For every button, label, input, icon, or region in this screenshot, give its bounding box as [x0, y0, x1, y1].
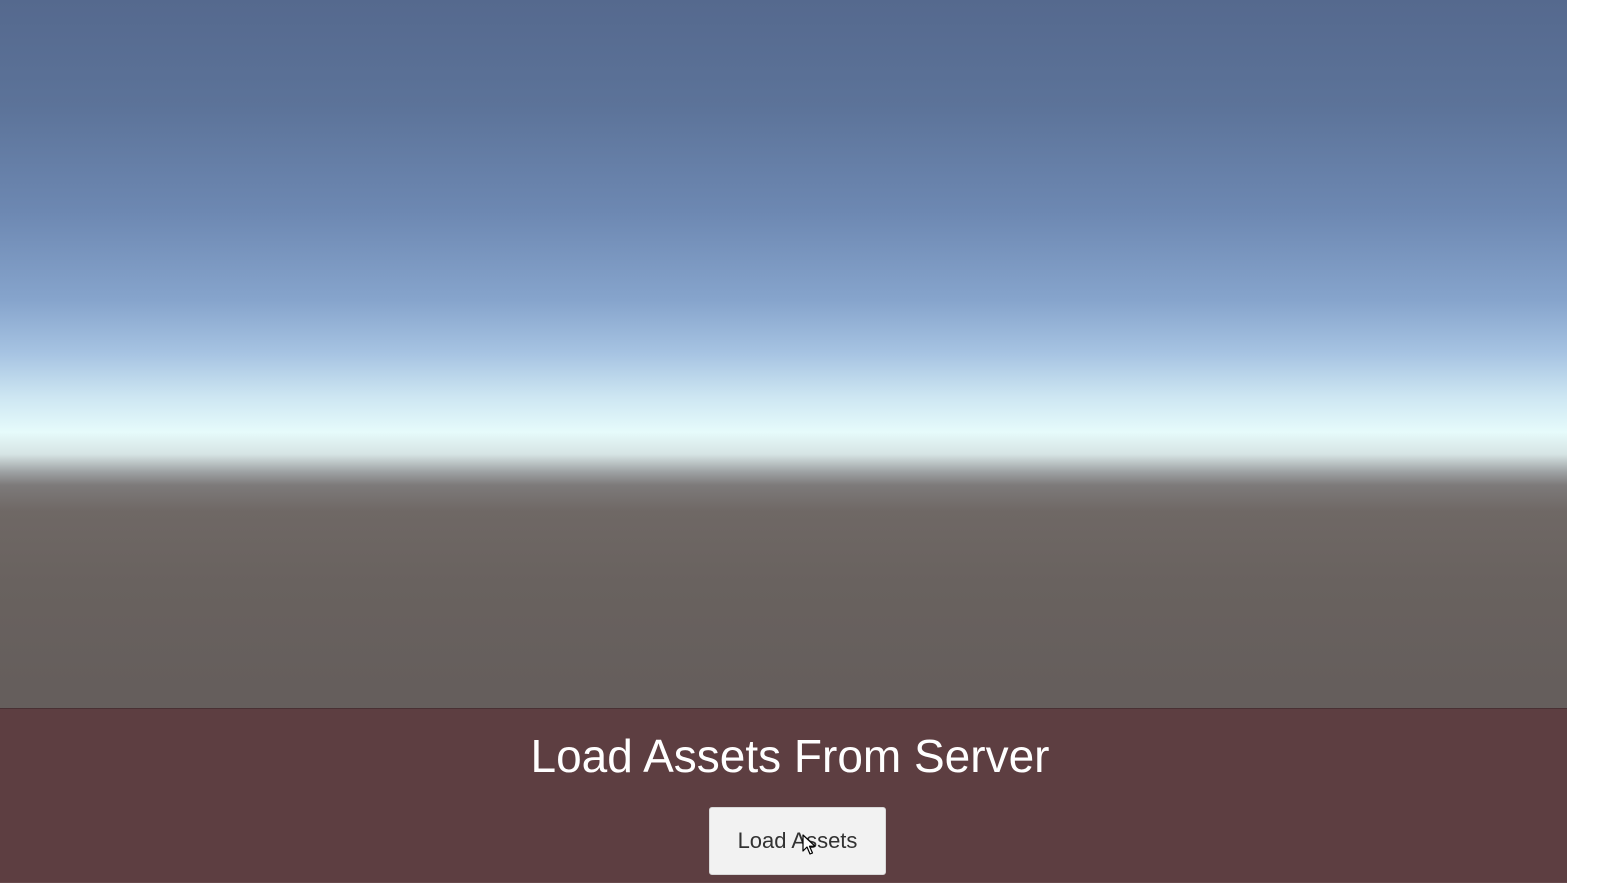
load-assets-button-label: Load Assets: [737, 828, 858, 853]
mouse-pointer-icon: [802, 834, 816, 855]
load-assets-button[interactable]: Load Assets: [709, 807, 886, 875]
panel-title: Load Assets From Server: [530, 730, 1050, 782]
